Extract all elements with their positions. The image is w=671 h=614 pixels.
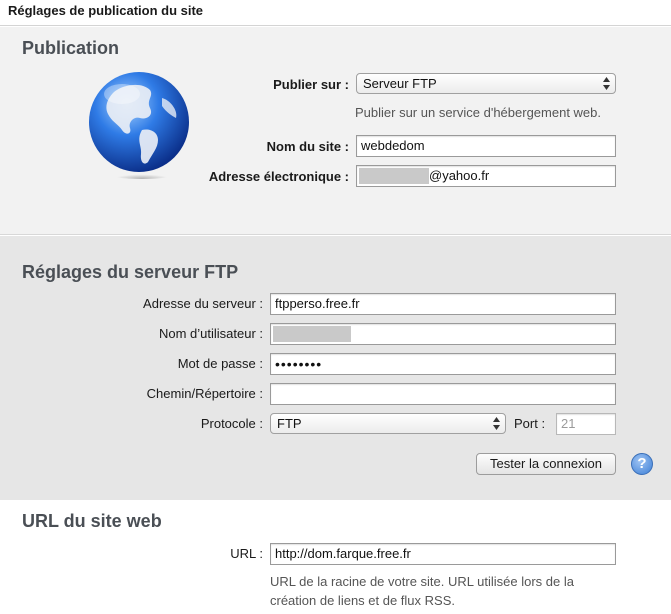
publish-on-label: Publier sur : [273,77,349,92]
server-input[interactable]: ftpperso.free.fr [270,293,616,315]
publication-title: Publication [22,38,120,58]
ftp-title: Réglages du serveur FTP [22,262,239,282]
protocol-label: Protocole : [200,416,263,431]
email-label: Adresse électronique : [208,169,349,184]
test-connection-button[interactable]: Tester la connexion [476,453,616,475]
path-label: Chemin/Répertoire : [146,386,263,401]
port-input[interactable]: 21 [556,413,616,435]
publication-section: Publication Publier sur : Serveur FTP Pu… [0,27,671,235]
url-hint-line1: URL de la racine de votre site. URL util… [270,574,574,589]
help-icon[interactable]: ? [631,453,653,475]
protocol-value: FTP [277,416,302,431]
email-input[interactable]: @yahoo.fr [356,165,616,187]
url-title: URL du site web [22,511,162,531]
site-name-label: Nom du site : [266,139,349,154]
password-input[interactable]: •••••••• [270,353,616,375]
protocol-select[interactable]: FTP [270,413,506,434]
url-input[interactable]: http://dom.farque.free.fr [270,543,616,565]
up-down-arrows-icon [493,417,500,430]
redacted-text [273,326,351,342]
publish-on-select[interactable]: Serveur FTP [356,73,616,94]
globe-icon [89,72,189,179]
publish-on-value: Serveur FTP [363,76,437,91]
redacted-text [359,168,429,184]
ftp-section: Réglages du serveur FTP Adresse du serve… [0,236,671,500]
username-label: Nom d’utilisateur : [158,326,263,341]
password-label: Mot de passe : [177,356,263,371]
port-label: Port : [514,416,546,431]
username-input[interactable] [270,323,616,345]
path-input[interactable] [270,383,616,405]
server-label: Adresse du serveur : [143,296,263,311]
site-name-input[interactable]: webdedom [356,135,616,157]
email-suffix: @yahoo.fr [429,168,490,183]
publish-hint: Publier sur un service d'hébergement web… [355,105,602,120]
up-down-arrows-icon [603,77,610,90]
url-hint-line2: création de liens et de flux RSS. [270,593,455,608]
window-header: Réglages de publication du site [0,0,671,26]
url-label: URL : [230,546,263,561]
url-section: URL du site web URL : http://dom.farque.… [0,500,671,614]
window-title: Réglages de publication du site [8,3,204,18]
